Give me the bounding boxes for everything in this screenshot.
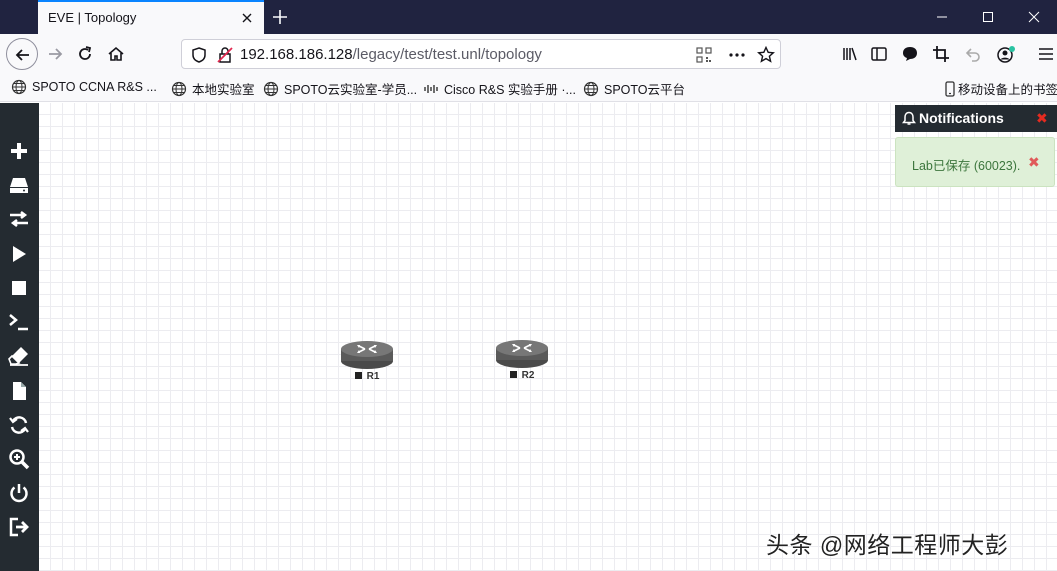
notifications-header: Notifications ✖ [895, 105, 1057, 132]
url-text: 192.168.186.128/legacy/test/test.unl/top… [240, 46, 542, 63]
back-button[interactable] [6, 38, 38, 70]
notification-text: Lab已保存 (60023). [912, 159, 1021, 173]
undo-button[interactable] [959, 40, 987, 68]
add-icon[interactable] [7, 139, 31, 163]
crop-icon [933, 46, 949, 62]
sidebar-icon [871, 47, 887, 61]
close-tab-icon[interactable] [240, 11, 254, 25]
exchange-icon[interactable] [7, 207, 31, 231]
url-path: /legacy/test/test.unl/topology [352, 46, 542, 63]
insecure-lock-icon[interactable] [216, 46, 234, 64]
maximize-window-icon[interactable] [965, 0, 1011, 34]
notifications-title: Notifications [919, 110, 1004, 126]
account-button[interactable] [991, 40, 1019, 68]
globe-icon [583, 81, 599, 96]
zoom-icon[interactable] [7, 447, 31, 471]
globe-icon [263, 81, 279, 96]
close-window-icon[interactable] [1011, 0, 1057, 34]
library-button[interactable] [836, 40, 864, 68]
home-button[interactable] [102, 40, 130, 68]
bell-icon [902, 111, 916, 131]
reload-button[interactable] [71, 40, 99, 68]
reload-icon [79, 46, 92, 60]
globe-icon [171, 81, 187, 96]
bookmark-item[interactable]: SPOTO CCNA R&S ... [11, 79, 157, 97]
notification-message: Lab已保存 (60023). ✖ [895, 137, 1055, 187]
close-notifications-icon[interactable]: ✖ [1036, 110, 1048, 127]
screenshot-button[interactable] [927, 40, 955, 68]
library-icon [843, 47, 857, 61]
node-name: R2 [521, 370, 535, 381]
bookmark-item[interactable]: 本地实验室 [171, 79, 255, 97]
arrow-left-icon [15, 49, 29, 61]
cisco-logo-icon [424, 84, 438, 93]
navigation-bar: 192.168.186.128/legacy/test/test.unl/top… [0, 34, 1057, 74]
bookmark-label: SPOTO云平台 [604, 83, 686, 97]
qr-code-icon[interactable] [695, 46, 713, 64]
watermark: 头条 @网络工程师大彭 [766, 532, 1009, 558]
menu-button[interactable] [1032, 40, 1057, 68]
file-icon[interactable] [7, 379, 31, 403]
tab-eve-topology[interactable]: EVE | Topology [38, 0, 264, 34]
url-host: 192.168.186.128 [240, 46, 353, 63]
router-icon [496, 340, 548, 368]
bookmarks-toolbar: SPOTO CCNA R&S ... 本地实验室 SPOTO云实验室-学员...… [0, 74, 1057, 102]
bookmark-label: 本地实验室 [192, 83, 255, 97]
stop-icon[interactable] [7, 276, 31, 300]
eve-sidebar [0, 103, 39, 571]
new-tab-icon[interactable] [272, 9, 288, 25]
node-label: R1 [337, 371, 397, 382]
home-icon [108, 46, 124, 61]
mobile-device-icon [945, 80, 955, 97]
mobile-bookmarks-label: 移动设备上的书签 [958, 83, 1057, 97]
minimize-window-icon[interactable] [919, 0, 965, 34]
bookmark-label: SPOTO CCNA R&S ... [32, 80, 157, 94]
arrow-right-icon [49, 48, 63, 60]
address-bar[interactable]: 192.168.186.128/legacy/test/test.unl/top… [181, 39, 781, 69]
tab-strip: EVE | Topology [0, 0, 1057, 34]
bookmark-label: Cisco R&S 实验手册 ·... [444, 83, 576, 97]
storage-icon[interactable] [7, 173, 31, 197]
chat-button[interactable] [896, 40, 924, 68]
hamburger-menu-icon [1039, 48, 1053, 60]
bookmark-label: SPOTO云实验室-学员... [284, 83, 418, 97]
eraser-icon[interactable] [7, 344, 31, 368]
bookmark-star-icon[interactable] [757, 45, 775, 64]
node-label: R2 [492, 370, 552, 381]
router-node-r1[interactable]: R1 [337, 337, 397, 382]
mobile-bookmarks[interactable]: 移动设备上的书签 [945, 79, 1057, 97]
account-icon [997, 46, 1015, 63]
chat-bubble-icon [903, 47, 917, 61]
globe-icon [11, 79, 27, 95]
tab-title: EVE | Topology [48, 10, 137, 25]
sidebar-toggle-button[interactable] [865, 40, 893, 68]
router-node-r2[interactable]: R2 [492, 336, 552, 381]
forward-button[interactable] [41, 40, 69, 68]
logout-icon[interactable] [7, 515, 31, 539]
start-icon[interactable] [7, 242, 31, 266]
node-name: R1 [366, 371, 380, 382]
bookmark-item[interactable]: SPOTO云实验室-学员... [263, 79, 417, 97]
console-icon[interactable] [7, 310, 31, 334]
dismiss-notification-icon[interactable]: ✖ [1028, 154, 1040, 171]
shield-icon[interactable] [190, 46, 208, 64]
bookmark-item[interactable]: Cisco R&S 实验手册 ·... [423, 79, 576, 97]
power-icon[interactable] [7, 481, 31, 505]
refresh-icon[interactable] [7, 413, 31, 437]
bookmark-item[interactable]: SPOTO云平台 [583, 79, 685, 97]
more-actions-icon[interactable] [728, 46, 746, 64]
undo-icon [965, 48, 980, 62]
router-icon [341, 341, 393, 369]
